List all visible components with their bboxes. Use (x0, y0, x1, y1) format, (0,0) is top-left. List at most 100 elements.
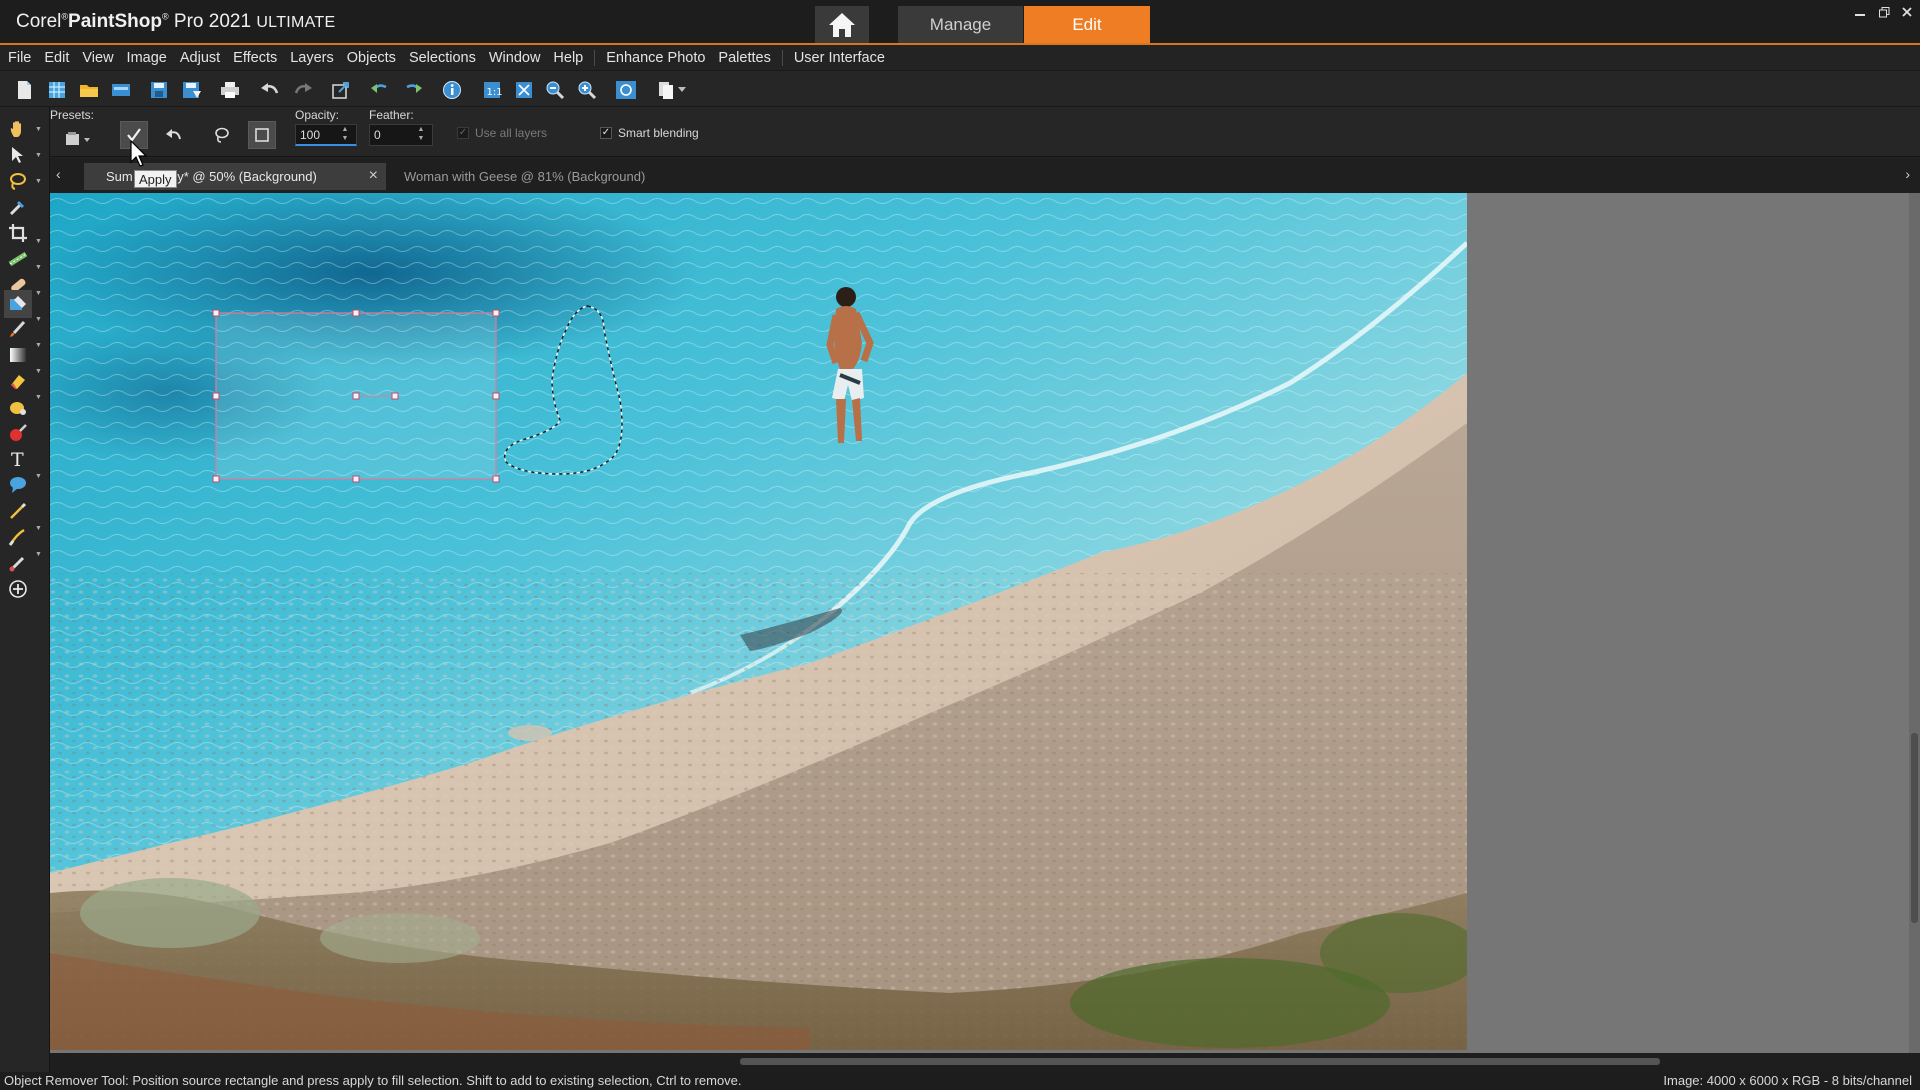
document-tabs: ‹ Sum day* @ 50% (Background) × Woman wit… (50, 158, 1920, 193)
tool-dropdown[interactable]: ▼ (35, 368, 42, 375)
clone-tool[interactable] (4, 549, 32, 577)
dropper-tool[interactable] (4, 193, 32, 221)
pen-tool[interactable] (4, 497, 32, 525)
workspace[interactable] (50, 193, 1920, 1053)
tool-dropdown[interactable]: ▼ (35, 525, 42, 532)
menu-help[interactable]: Help (553, 50, 583, 66)
rotate-right-button[interactable] (402, 79, 424, 101)
tabs-scroll-left[interactable]: ‹ (56, 166, 61, 182)
fit-window-button[interactable] (513, 79, 535, 101)
rotate-left-button[interactable] (369, 79, 391, 101)
menu-file[interactable]: File (8, 50, 31, 66)
save-as-button[interactable] (181, 79, 203, 101)
use-all-layers-checkbox[interactable]: ✓ (457, 127, 469, 139)
redo-button[interactable] (292, 79, 314, 101)
horizontal-scrollbar[interactable] (50, 1053, 1920, 1072)
home-button[interactable] (815, 6, 869, 43)
more-tools-button[interactable] (4, 575, 32, 603)
canvas-photo[interactable] (50, 193, 1467, 1050)
customize-toolbar-button[interactable] (656, 79, 678, 101)
paint-brush-tool[interactable] (4, 315, 32, 343)
restore-button[interactable] (1873, 2, 1895, 22)
tool-dropdown[interactable]: ▼ (35, 178, 42, 185)
smart-blending-option[interactable]: ✓ Smart blending (600, 126, 699, 140)
crop-tool[interactable] (4, 219, 32, 247)
tool-dropdown[interactable]: ▼ (35, 152, 42, 159)
text-tool[interactable]: T (4, 445, 32, 473)
menu-effects[interactable]: Effects (233, 50, 277, 66)
new-grid-button[interactable] (46, 79, 68, 101)
save-button[interactable] (148, 79, 170, 101)
tab-manage[interactable]: Manage (898, 6, 1023, 43)
scanner-icon (112, 84, 130, 96)
tool-dropdown[interactable]: ▼ (35, 316, 42, 323)
menu-window[interactable]: Window (489, 50, 541, 66)
preset-shape-tool[interactable] (4, 471, 32, 499)
minimize-button[interactable] (1849, 2, 1871, 22)
straighten-tool[interactable] (4, 245, 32, 273)
image-info-button[interactable] (441, 79, 463, 101)
document-tab-inactive[interactable]: Woman with Geese @ 81% (Background) (386, 163, 686, 190)
red-eye-tool[interactable] (4, 419, 32, 447)
tab-edit[interactable]: Edit (1024, 6, 1150, 43)
customize-dropdown[interactable] (676, 79, 688, 101)
zoom-in-button[interactable] (576, 79, 598, 101)
menu-view[interactable]: View (82, 50, 113, 66)
scan-button[interactable] (110, 79, 132, 101)
opacity-stepper[interactable]: ▲ ▼ (334, 125, 356, 145)
use-all-layers-option[interactable]: ✓ Use all layers (457, 126, 547, 140)
new-file-button[interactable] (13, 79, 35, 101)
smart-blending-checkbox[interactable]: ✓ (600, 127, 612, 139)
tool-dropdown[interactable]: ▼ (35, 290, 42, 297)
rectangle-mode-button[interactable] (248, 121, 276, 149)
zoom-out-button[interactable] (544, 79, 566, 101)
freehand-selection-tool[interactable] (4, 167, 32, 195)
opacity-input[interactable]: 100 ▲ ▼ (295, 124, 357, 146)
flood-fill-tool[interactable] (4, 393, 32, 421)
presets-button[interactable] (60, 125, 96, 153)
menu-edit[interactable]: Edit (44, 50, 69, 66)
brush-icon (10, 320, 26, 337)
feather-input[interactable]: 0 ▲ ▼ (369, 124, 433, 146)
menu-image[interactable]: Image (127, 50, 167, 66)
menu-layers[interactable]: Layers (290, 50, 334, 66)
tool-dropdown[interactable]: ▼ (35, 238, 42, 245)
tool-dropdown[interactable]: ▼ (35, 551, 42, 558)
feather-stepper[interactable]: ▲ ▼ (410, 125, 432, 145)
menu-selections[interactable]: Selections (409, 50, 476, 66)
lasso-mode-button[interactable] (208, 121, 236, 149)
image-info: Image: 4000 x 6000 x RGB - 8 bits/channe… (1663, 1073, 1912, 1088)
close-button[interactable] (1896, 2, 1918, 22)
resize-button[interactable] (330, 79, 352, 101)
undo-icon (261, 83, 279, 94)
gradient-icon (10, 348, 26, 362)
gradient-tool[interactable] (4, 341, 32, 369)
pick-tool[interactable] (4, 141, 32, 169)
actual-size-button[interactable]: 1:1 (481, 79, 503, 101)
close-tab-icon[interactable]: × (369, 167, 378, 185)
tool-dropdown[interactable]: ▼ (35, 473, 42, 480)
object-remover-tool[interactable] (4, 290, 32, 318)
reset-button[interactable] (160, 121, 188, 149)
tool-dropdown[interactable]: ▼ (35, 126, 42, 133)
tool-dropdown[interactable]: ▼ (35, 342, 42, 349)
vertical-scroll-thumb[interactable] (1911, 733, 1918, 923)
undo-button[interactable] (259, 79, 281, 101)
tool-dropdown[interactable]: ▼ (35, 394, 42, 401)
warp-brush-tool[interactable] (4, 523, 32, 551)
menu-objects[interactable]: Objects (347, 50, 396, 66)
tabs-scroll-right[interactable]: › (1905, 166, 1910, 182)
menu-user-interface[interactable]: User Interface (794, 50, 885, 66)
menu-adjust[interactable]: Adjust (180, 50, 220, 66)
eraser-tool[interactable] (4, 367, 32, 395)
vertical-scrollbar[interactable] (1909, 193, 1920, 1053)
horizontal-scroll-thumb[interactable] (740, 1058, 1660, 1065)
folder-icon (80, 85, 98, 97)
open-button[interactable] (78, 79, 100, 101)
tool-dropdown[interactable]: ▼ (35, 264, 42, 271)
menu-enhance-photo[interactable]: Enhance Photo (606, 50, 705, 66)
menu-palettes[interactable]: Palettes (718, 50, 770, 66)
pan-tool[interactable] (4, 115, 32, 143)
print-button[interactable] (219, 79, 241, 101)
fit-image-button[interactable] (615, 79, 637, 101)
